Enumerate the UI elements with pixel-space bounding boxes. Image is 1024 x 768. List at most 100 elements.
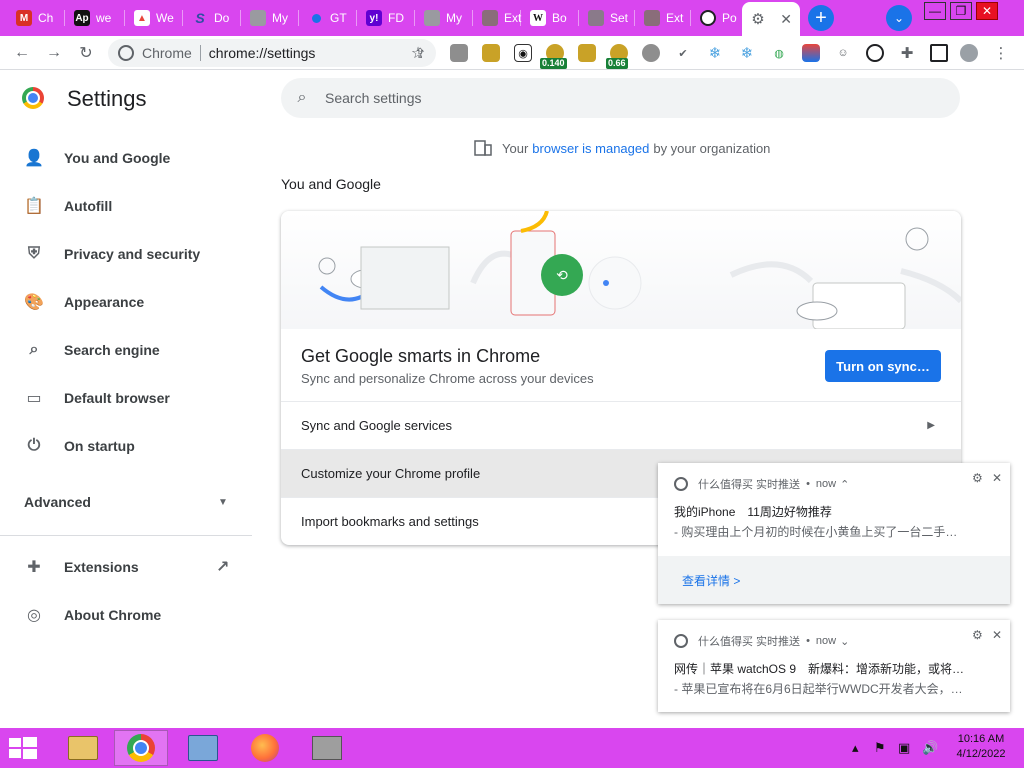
forward-button[interactable]: → — [42, 41, 66, 65]
notification-settings-icon[interactable]: ⚙ — [972, 471, 983, 485]
notification-close-icon[interactable]: ✕ — [992, 471, 1002, 485]
page-favicon-icon — [424, 10, 440, 26]
window-close-button[interactable]: ✕ — [976, 2, 998, 20]
tab-12[interactable]: Ext — [636, 4, 690, 32]
sidebar-item-on-startup[interactable]: ⏻ On startup — [0, 426, 256, 466]
bookmark-star-icon[interactable]: ☆ — [406, 41, 430, 65]
rocket-favicon-icon: ▲ — [134, 10, 150, 26]
flag-icon[interactable]: ⚑ — [874, 740, 886, 756]
sidebar-item-appearance[interactable]: 🎨 Appearance — [0, 282, 256, 322]
tab-4[interactable]: S Do — [184, 4, 238, 32]
yahoo-favicon-icon: y! — [366, 10, 382, 26]
tab-3[interactable]: ▲ We — [126, 4, 180, 32]
tab-6[interactable]: GT — [300, 4, 354, 32]
browser-managed-link[interactable]: browser is managed — [532, 141, 649, 156]
tab-settings-active[interactable]: ⚙ ✕ — [742, 2, 800, 36]
sidebar-advanced-toggle[interactable]: Advanced ▼ — [0, 482, 256, 522]
notification-body: - 购买理由上个月初的时候在小黄鱼上买了一台二手… — [674, 525, 958, 539]
sidebar-item-autofill[interactable]: 📋 Autofill — [0, 186, 256, 226]
notification-source: 什么值得买 实时推送 — [698, 636, 801, 648]
sidebar-item-label: You and Google — [64, 150, 171, 166]
chevron-right-icon: ▶ — [927, 420, 935, 431]
puzzle-icon[interactable]: ✚ — [898, 44, 916, 62]
turn-on-sync-button[interactable]: Turn on sync… — [825, 350, 941, 382]
search-input[interactable] — [325, 90, 885, 106]
snowflake-extension-icon[interactable]: ❄ — [706, 44, 724, 62]
volume-icon[interactable]: 🔊 — [922, 740, 938, 756]
checkmark-extension-icon[interactable]: ✔ — [674, 44, 692, 62]
row-label: Customize your Chrome profile — [301, 466, 481, 481]
extension-icon[interactable]: ◉ — [514, 44, 532, 62]
sync-google-services-row[interactable]: Sync and Google services ▶ — [281, 401, 961, 449]
notification-header: 什么值得买 实时推送 • now ⌄ — [674, 633, 849, 649]
sidebar-item-search-engine[interactable]: ⌕ Search engine — [0, 330, 256, 370]
tab-1[interactable]: M Ch — [8, 4, 58, 32]
notification-card[interactable]: 什么值得买 实时推送 • now ⌃ ⚙ ✕ 我的iPhone 11周边好物推荐… — [658, 463, 1010, 604]
tab-label: We — [156, 11, 174, 25]
settings-search[interactable]: ⌕ — [281, 78, 960, 118]
control-panel-taskbar-icon[interactable] — [176, 730, 230, 766]
snowflake-extension-icon[interactable]: ❄ — [738, 44, 756, 62]
clipboard-icon: 📋 — [24, 198, 44, 215]
maximize-button[interactable]: ❐ — [950, 2, 972, 20]
address-bar[interactable]: Chrome chrome://settings ⇪ — [108, 39, 436, 67]
side-panel-icon[interactable] — [930, 44, 948, 62]
sidebar-item-about-chrome[interactable]: ◎ About Chrome — [0, 595, 256, 635]
extension-icon[interactable] — [802, 44, 820, 62]
sidebar-item-label: Search engine — [64, 342, 160, 358]
page-favicon-icon — [250, 10, 266, 26]
chrome-taskbar-icon[interactable] — [114, 730, 168, 766]
menu-kebab-icon[interactable]: ⋮ — [992, 44, 1010, 62]
palette-icon: 🎨 — [24, 294, 44, 311]
sidebar-item-privacy[interactable]: ⛨ Privacy and security — [0, 234, 256, 274]
extension-icon[interactable]: ☺ — [834, 44, 852, 62]
tab-label: Ext — [666, 11, 684, 25]
view-details-link[interactable]: 查看详情 > — [682, 572, 740, 589]
search-icon: ⌕ — [297, 89, 307, 106]
sidebar-item-label: On startup — [64, 438, 135, 454]
chevron-up-icon[interactable]: ⌃ — [840, 478, 849, 491]
sidebar-item-label: Default browser — [64, 390, 170, 406]
notification-source: 什么值得买 实时推送 — [698, 479, 801, 491]
tab-label: My — [446, 11, 462, 25]
globe-extension-icon[interactable] — [866, 44, 884, 62]
blue-dot-favicon-icon — [308, 10, 324, 26]
tray-expand-icon[interactable]: ▴ — [852, 740, 859, 756]
sidebar-item-you-and-google[interactable]: 👤 You and Google — [0, 138, 256, 178]
close-tab-icon[interactable]: ✕ — [780, 11, 792, 28]
chevron-down-icon[interactable]: ⌄ — [840, 635, 849, 648]
tab-8[interactable]: My — [416, 4, 470, 32]
extension-icon[interactable]: ◍ — [770, 44, 788, 62]
sidebar-item-extensions[interactable]: ✚ Extensions ↗ — [0, 547, 256, 587]
firefox-taskbar-icon[interactable] — [238, 730, 292, 766]
sidebar-item-default-browser[interactable]: ▭ Default browser — [0, 378, 256, 418]
windows-start-icon[interactable] — [8, 736, 38, 760]
notification-time: now — [815, 478, 837, 490]
tab-7[interactable]: y! FD — [358, 4, 412, 32]
profile-avatar-icon[interactable] — [960, 44, 978, 62]
extension-icon[interactable] — [482, 44, 500, 62]
extension-icon[interactable] — [642, 44, 660, 62]
tab-search-button[interactable]: ⌄ — [886, 5, 912, 31]
new-tab-button[interactable]: + — [808, 5, 834, 31]
svg-text:⟲: ⟲ — [556, 268, 568, 284]
system-clock[interactable]: 10:16 AM 4/12/2022 — [948, 732, 1014, 762]
tab-11[interactable]: Set — [580, 4, 634, 32]
tab-2[interactable]: Ap we — [66, 4, 120, 32]
notification-card[interactable]: 什么值得买 实时推送 • now ⌄ ⚙ ✕ 网传｜苹果 watchOS 9 新… — [658, 620, 1010, 712]
notification-close-icon[interactable]: ✕ — [992, 628, 1002, 642]
app-taskbar-icon[interactable] — [300, 730, 354, 766]
network-icon[interactable]: ▣ — [898, 740, 910, 756]
extension-icon[interactable] — [450, 44, 468, 62]
back-button[interactable]: ← — [10, 41, 34, 65]
tab-13[interactable]: Po — [692, 4, 742, 32]
sidebar-divider — [0, 535, 252, 536]
reload-button[interactable]: ↻ — [74, 41, 98, 65]
notification-settings-icon[interactable]: ⚙ — [972, 628, 983, 642]
tab-5[interactable]: My — [242, 4, 296, 32]
notification-time: now — [815, 635, 837, 647]
extension-icon[interactable] — [578, 44, 596, 62]
minimize-button[interactable]: — — [924, 2, 946, 20]
file-explorer-taskbar-icon[interactable] — [56, 730, 110, 766]
tab-10[interactable]: W Bo — [522, 4, 576, 32]
